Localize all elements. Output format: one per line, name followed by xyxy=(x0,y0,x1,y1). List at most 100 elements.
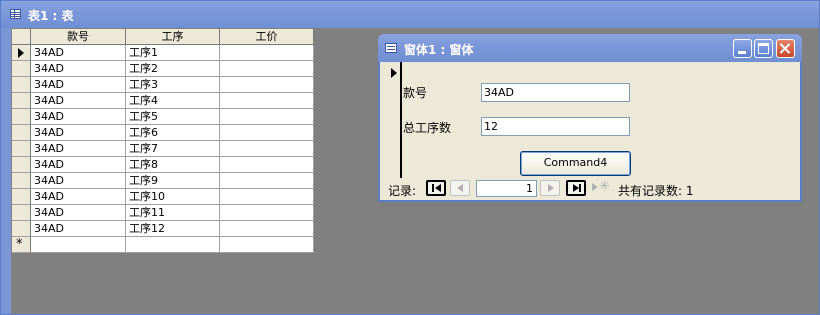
record-selector[interactable] xyxy=(12,221,31,237)
form-record-selector[interactable] xyxy=(382,62,402,178)
cell-gongxu[interactable]: 工序4 xyxy=(126,93,220,109)
cell-kuanhao[interactable]: 34AD xyxy=(31,189,126,205)
table-row: 34AD 工序3 xyxy=(12,77,314,93)
previous-record-button[interactable] xyxy=(450,180,470,196)
cell-gongjia[interactable] xyxy=(220,77,314,93)
close-icon xyxy=(777,40,794,57)
form-icon xyxy=(385,43,397,53)
record-selector[interactable] xyxy=(12,189,31,205)
close-button[interactable] xyxy=(776,39,795,58)
kuanhao-input[interactable]: 34AD xyxy=(481,83,630,102)
first-record-button[interactable] xyxy=(426,180,446,196)
table-row: 34AD 工序7 xyxy=(12,141,314,157)
form-body: 款号 34AD 总工序数 12 Command4 记录: 1 ✳ 共有记录数: … xyxy=(380,62,800,200)
new-row-cell-gongjia[interactable] xyxy=(220,237,314,253)
cell-gongjia[interactable] xyxy=(220,157,314,173)
cell-gongxu[interactable]: 工序1 xyxy=(126,45,220,61)
form-window-title: 窗体1 : 窗体 xyxy=(404,43,474,57)
cell-kuanhao[interactable]: 34AD xyxy=(31,109,126,125)
cell-gongxu[interactable]: 工序6 xyxy=(126,125,220,141)
cell-kuanhao[interactable]: 34AD xyxy=(31,141,126,157)
cell-kuanhao[interactable]: 34AD xyxy=(31,221,126,237)
cell-kuanhao[interactable]: 34AD xyxy=(31,93,126,109)
table-row: 34AD 工序8 xyxy=(12,157,314,173)
next-record-button[interactable] xyxy=(540,180,560,196)
new-record-row: * xyxy=(12,237,314,253)
cell-kuanhao[interactable]: 34AD xyxy=(31,157,126,173)
cell-gongxu[interactable]: 工序8 xyxy=(126,157,220,173)
next-record-icon xyxy=(548,184,554,192)
cell-kuanhao[interactable]: 34AD xyxy=(31,45,126,61)
cell-gongjia[interactable] xyxy=(220,189,314,205)
cell-gongjia[interactable] xyxy=(220,45,314,61)
record-selector[interactable] xyxy=(12,141,31,157)
table-titlebar[interactable]: 表1 : 表 xyxy=(1,1,819,28)
cell-gongxu[interactable]: 工序7 xyxy=(126,141,220,157)
last-record-button[interactable] xyxy=(566,180,586,196)
table-row: 34AD 工序6 xyxy=(12,125,314,141)
record-selector[interactable] xyxy=(12,173,31,189)
cell-kuanhao[interactable]: 34AD xyxy=(31,173,126,189)
record-selector[interactable] xyxy=(12,77,31,93)
cell-kuanhao[interactable]: 34AD xyxy=(31,125,126,141)
current-record-number-input[interactable]: 1 xyxy=(476,180,537,197)
new-record-button[interactable]: ✳ xyxy=(590,179,610,196)
cell-gongxu[interactable]: 工序5 xyxy=(126,109,220,125)
record-selector[interactable] xyxy=(12,45,31,61)
cell-gongjia[interactable] xyxy=(220,109,314,125)
first-record-icon xyxy=(435,184,441,192)
cell-kuanhao[interactable]: 34AD xyxy=(31,77,126,93)
previous-record-icon xyxy=(457,184,463,192)
cell-gongjia[interactable] xyxy=(220,141,314,157)
record-selector[interactable] xyxy=(12,205,31,221)
cell-gongxu[interactable]: 工序11 xyxy=(126,205,220,221)
record-selector[interactable] xyxy=(12,93,31,109)
cell-kuanhao[interactable]: 34AD xyxy=(31,205,126,221)
table-row: 34AD 工序5 xyxy=(12,109,314,125)
minimize-button[interactable] xyxy=(733,39,752,58)
cell-gongjia[interactable] xyxy=(220,125,314,141)
column-header-kuanhao[interactable]: 款号 xyxy=(31,29,126,45)
last-record-bar-icon xyxy=(579,184,581,192)
table-row: 34AD 工序2 xyxy=(12,61,314,77)
cell-gongxu[interactable]: 工序10 xyxy=(126,189,220,205)
datasheet-header-row: 款号 工序 工价 xyxy=(12,29,314,45)
current-record-pointer-icon xyxy=(391,68,397,78)
current-record-pointer-icon xyxy=(18,48,24,58)
table-window-title: 表1 : 表 xyxy=(28,9,74,23)
cell-gongxu[interactable]: 工序9 xyxy=(126,173,220,189)
zonggongxu-input[interactable]: 12 xyxy=(481,117,630,136)
column-header-gongjia[interactable]: 工价 xyxy=(220,29,314,45)
record-selector[interactable] xyxy=(12,157,31,173)
table-row: 34AD 工序1 xyxy=(12,45,314,61)
new-record-asterisk-icon: * xyxy=(16,237,23,252)
record-selector[interactable] xyxy=(12,125,31,141)
table-row: 34AD 工序4 xyxy=(12,93,314,109)
cell-gongjia[interactable] xyxy=(220,61,314,77)
record-selector[interactable] xyxy=(12,61,31,77)
select-all-corner[interactable] xyxy=(12,29,31,45)
table-icon xyxy=(10,9,21,19)
cell-gongjia[interactable] xyxy=(220,93,314,109)
table-row: 34AD 工序12 xyxy=(12,221,314,237)
cell-gongxu[interactable]: 工序2 xyxy=(126,61,220,77)
record-selector[interactable] xyxy=(12,109,31,125)
cell-gongxu[interactable]: 工序12 xyxy=(126,221,220,237)
table-row: 34AD 工序9 xyxy=(12,173,314,189)
cell-kuanhao[interactable]: 34AD xyxy=(31,61,126,77)
maximize-button[interactable] xyxy=(754,39,773,58)
table-row: 34AD 工序10 xyxy=(12,189,314,205)
datasheet-grid: 款号 工序 工价 34AD 工序1 34AD 工序2 34AD 工序3 34AD 工序4 34A… xyxy=(12,29,314,253)
command4-button[interactable]: Command4 xyxy=(520,151,631,176)
column-header-gongxu[interactable]: 工序 xyxy=(126,29,220,45)
cell-gongjia[interactable] xyxy=(220,221,314,237)
cell-gongjia[interactable] xyxy=(220,205,314,221)
new-row-cell-gongxu[interactable] xyxy=(126,237,220,253)
cell-gongjia[interactable] xyxy=(220,173,314,189)
form-titlebar[interactable]: 窗体1 : 窗体 xyxy=(378,34,802,62)
new-row-cell-kuanhao[interactable] xyxy=(31,237,126,253)
new-record-selector[interactable]: * xyxy=(12,237,31,253)
new-record-arrow-icon xyxy=(592,183,598,191)
total-records-text: 共有记录数: 1 xyxy=(618,184,694,198)
cell-gongxu[interactable]: 工序3 xyxy=(126,77,220,93)
